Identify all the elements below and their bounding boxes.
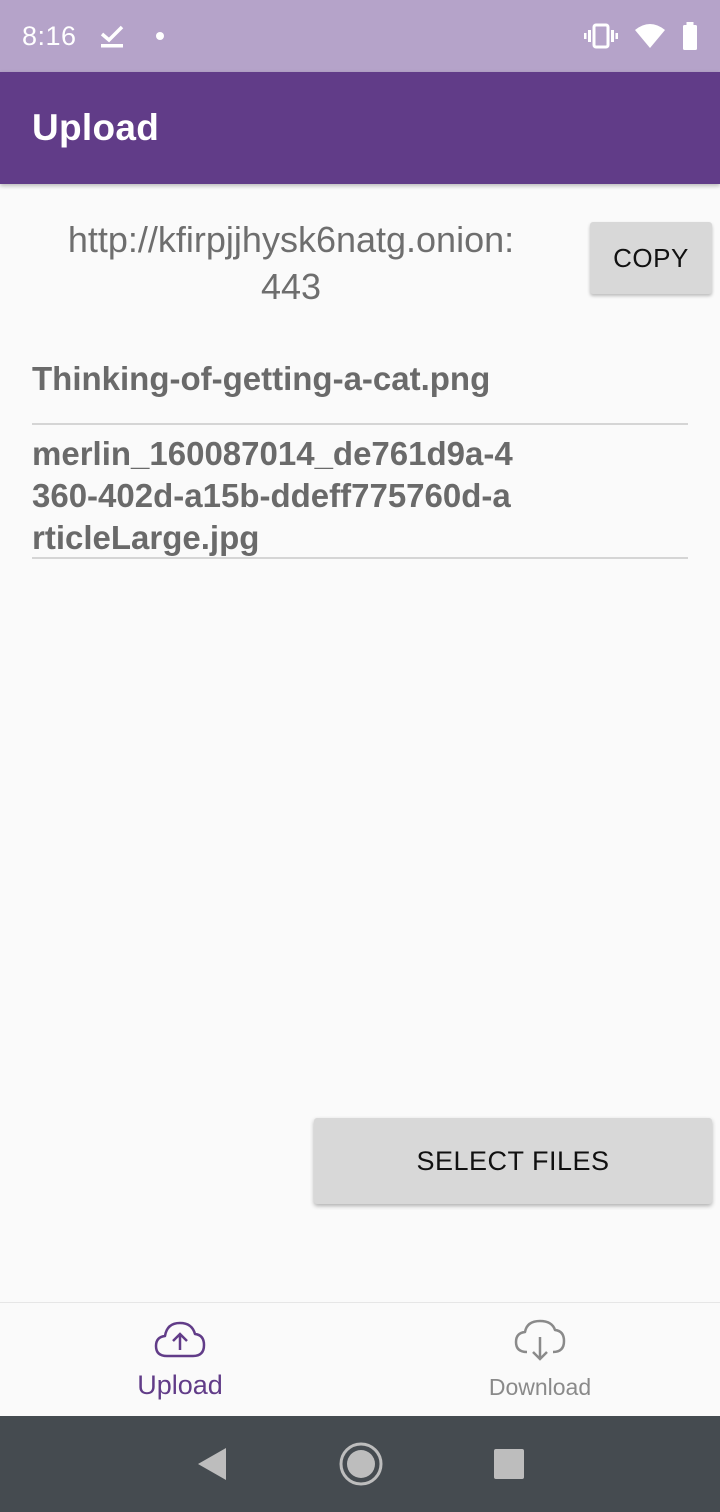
file-name-line: rticleLarge.jpg xyxy=(32,519,260,556)
copy-button[interactable]: COPY xyxy=(590,222,712,294)
app-title: Upload xyxy=(32,107,160,148)
status-right-icons xyxy=(584,22,698,50)
file-list-item[interactable]: merlin_160087014_de761d9a-4 360-402d-a15… xyxy=(32,425,688,559)
file-list-item[interactable]: Thinking-of-getting-a-cat.png xyxy=(32,334,688,425)
nav-download[interactable]: Download xyxy=(360,1303,720,1416)
app-bar: Upload xyxy=(0,72,720,184)
wifi-icon xyxy=(634,23,666,49)
nav-upload[interactable]: Upload xyxy=(0,1303,360,1416)
screen: 8:16 Upload http://kfirpjjhysk6natg.onio… xyxy=(0,0,720,1512)
back-icon[interactable] xyxy=(196,1447,228,1481)
select-files-button[interactable]: SELECT FILES xyxy=(314,1118,712,1204)
notification-dot-icon xyxy=(155,31,165,41)
onion-url-line: http://kfirpjjhysk6natg.onion: xyxy=(67,219,515,260)
nav-download-label: Download xyxy=(488,1374,592,1400)
file-list: Thinking-of-getting-a-cat.png merlin_160… xyxy=(32,334,688,559)
onion-url-port: 443 xyxy=(260,266,322,307)
battery-icon xyxy=(682,22,698,50)
download-done-icon xyxy=(99,24,125,48)
cloud-download-icon xyxy=(514,1319,566,1366)
nav-upload-label: Upload xyxy=(137,1370,223,1400)
status-time: 8:16 xyxy=(22,20,77,51)
cloud-upload-icon xyxy=(154,1319,206,1364)
onion-url: http://kfirpjjhysk6natg.onion: 443 xyxy=(24,216,558,310)
file-name-line: 360-402d-a15b-ddeff775760d-a xyxy=(32,477,511,514)
file-name: Thinking-of-getting-a-cat.png xyxy=(32,360,491,397)
home-icon[interactable] xyxy=(338,1441,384,1487)
vibrate-icon xyxy=(584,23,618,49)
recents-icon[interactable] xyxy=(494,1449,524,1479)
status-bar: 8:16 xyxy=(0,0,720,72)
file-name-line: merlin_160087014_de761d9a-4 xyxy=(32,435,513,472)
status-left-icons xyxy=(99,24,165,48)
bottom-nav: Upload Download xyxy=(0,1302,720,1416)
system-nav-bar xyxy=(0,1416,720,1512)
